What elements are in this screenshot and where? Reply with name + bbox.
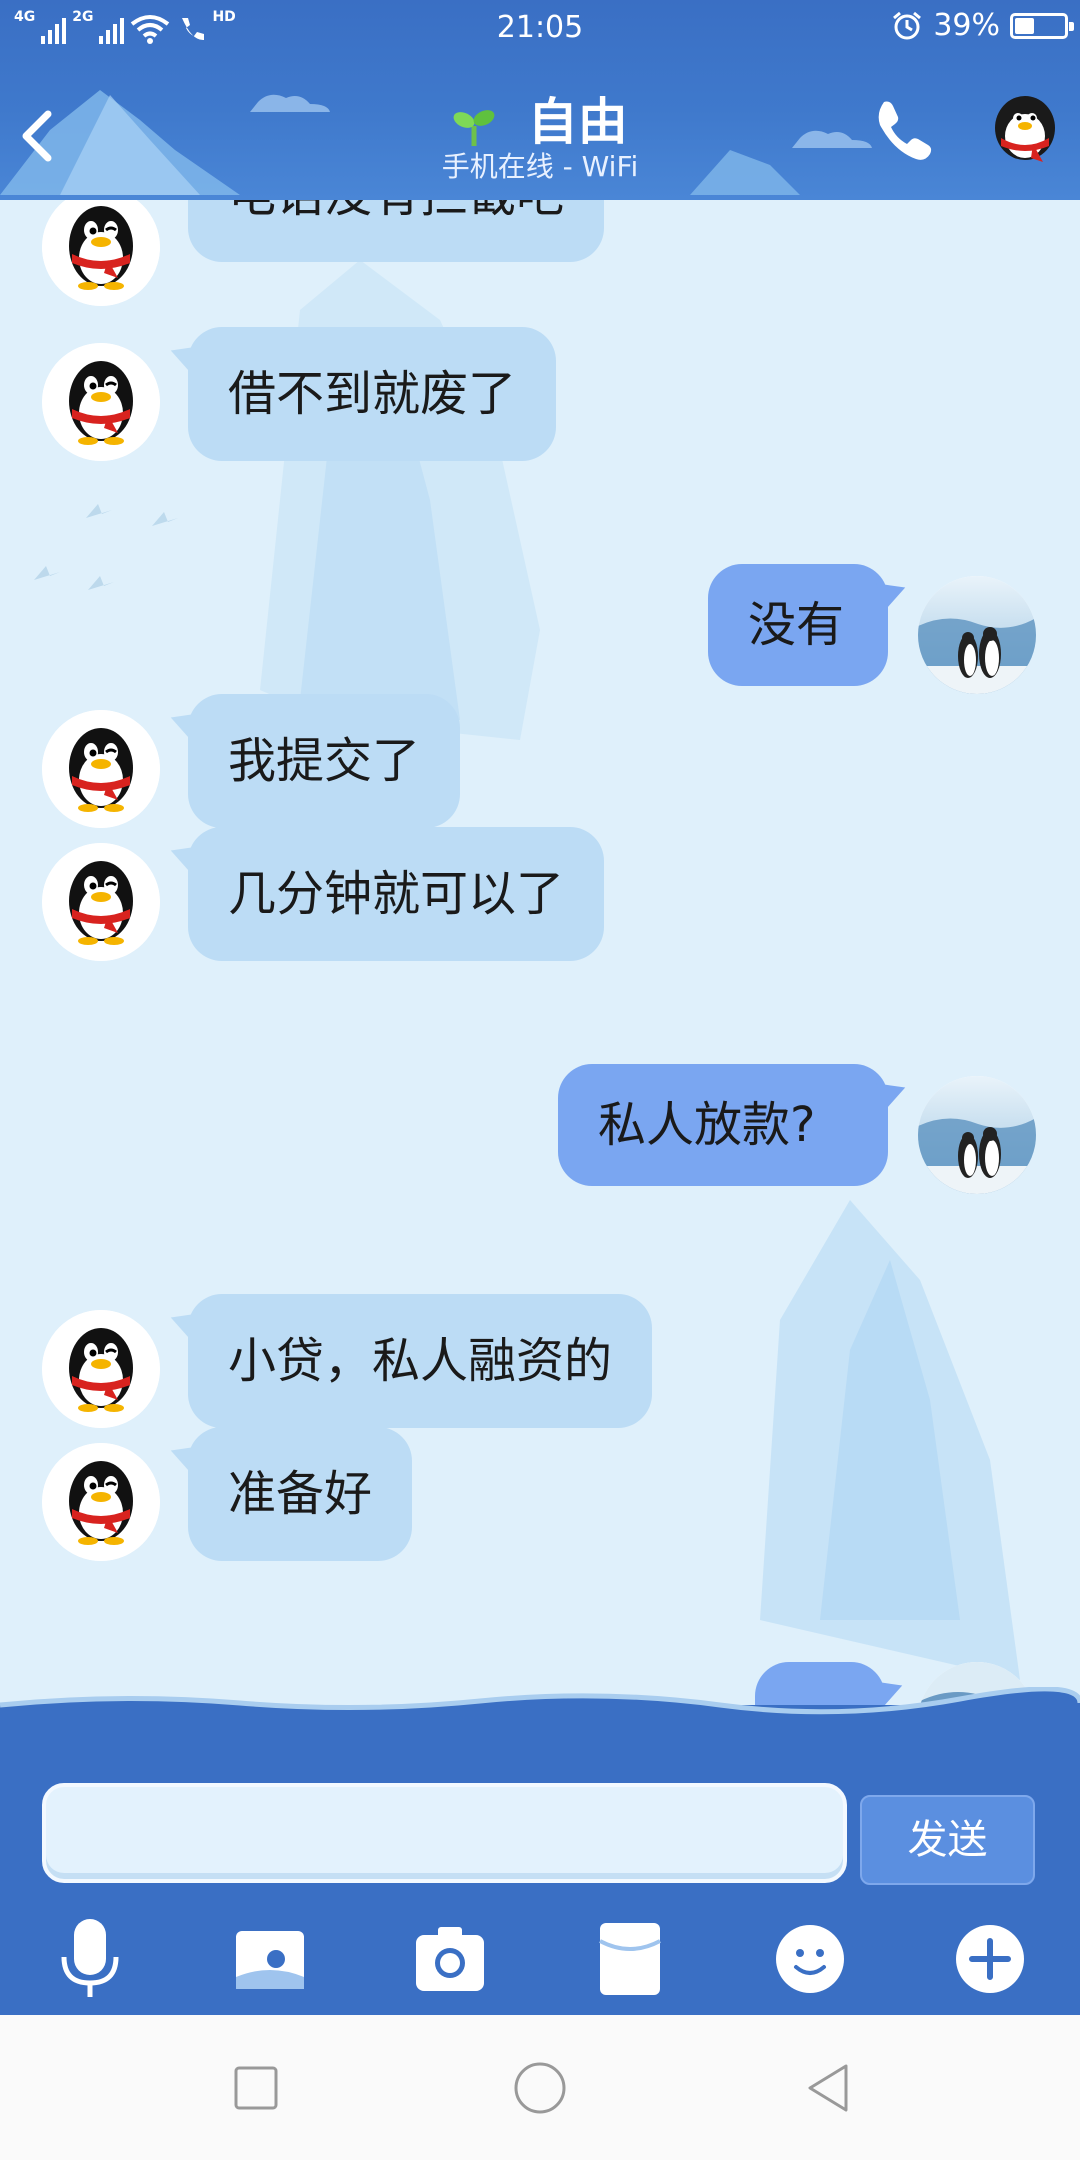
contact-avatar[interactable] (42, 710, 160, 828)
phone-icon[interactable] (870, 96, 934, 160)
incoming-message-bubble[interactable]: 借不到就废了 (188, 327, 557, 461)
battery-icon (1010, 12, 1074, 39)
message-row: 准备好 (0, 1427, 1080, 1575)
alarm-icon (893, 11, 922, 39)
red-packet-icon[interactable] (590, 1917, 670, 2001)
qq-penguin-avatar-icon (42, 1443, 160, 1561)
input-bar: 发送 (0, 1687, 1080, 2015)
send-button[interactable]: 发送 (860, 1795, 1035, 1885)
penguin-photo-icon (918, 576, 1036, 694)
camera-icon[interactable] (410, 1917, 490, 2001)
image-icon[interactable] (230, 1917, 310, 2001)
system-nav-bar (0, 2015, 1080, 2160)
outgoing-message-bubble[interactable]: 私人放款? (558, 1064, 888, 1186)
contact-avatar[interactable] (42, 843, 160, 961)
top-bar: 4G 2G HD 21:05 39% 自由 手机在线 - WiFi (0, 0, 1080, 200)
outgoing-message-bubble[interactable]: 没有 (708, 564, 888, 686)
qq-penguin-avatar-icon (42, 843, 160, 961)
chat-area[interactable]: 电话没有拦截吧 借不到就废了 没有 (0, 200, 1080, 1705)
home-icon[interactable] (512, 2060, 568, 2116)
status-right: 39% (891, 8, 1074, 43)
plus-icon[interactable] (950, 1917, 1030, 2001)
recents-icon[interactable] (228, 2060, 284, 2116)
incoming-message-bubble[interactable]: 我提交了 (188, 694, 461, 828)
emoji-icon[interactable] (770, 1917, 850, 2001)
incoming-message-bubble[interactable]: 几分钟就可以了 (188, 827, 605, 961)
battery-percent: 39% (933, 8, 1000, 43)
qq-penguin-avatar-icon (42, 200, 160, 306)
qq-penguin-avatar-icon (42, 710, 160, 828)
qq-penguin-avatar-icon (42, 1310, 160, 1428)
status-bar: 4G 2G HD 21:05 39% (0, 0, 1080, 56)
incoming-message-bubble[interactable]: 准备好 (188, 1427, 413, 1561)
microphone-icon[interactable] (50, 1917, 130, 2001)
contact-avatar[interactable] (42, 200, 160, 306)
penguin-profile-icon[interactable] (985, 88, 1065, 168)
contact-name: 自由 (527, 93, 628, 151)
message-row: 电话没有拦截吧 (0, 200, 1080, 340)
qq-penguin-avatar-icon (42, 343, 160, 461)
chat-toolbar (0, 1905, 1080, 2015)
message-row: 我提交了 (0, 694, 1080, 842)
message-row: 借不到就废了 (0, 327, 1080, 475)
message-row: 几分钟就可以了 (0, 827, 1080, 975)
message-row: 私人放款? (0, 1064, 1080, 1208)
message-input[interactable] (42, 1783, 847, 1883)
my-avatar[interactable] (918, 576, 1036, 694)
contact-avatar[interactable] (42, 1310, 160, 1428)
penguin-photo-icon (918, 1076, 1036, 1194)
my-avatar[interactable] (918, 1076, 1036, 1194)
sprout-icon (453, 109, 495, 146)
incoming-message-bubble[interactable]: 小贷，私人融资的 (188, 1294, 653, 1428)
back-nav-icon[interactable] (800, 2060, 856, 2116)
message-row: 小贷，私人融资的 (0, 1294, 1080, 1442)
contact-avatar[interactable] (42, 1443, 160, 1561)
contact-avatar[interactable] (42, 343, 160, 461)
message-row: 没有 (0, 564, 1080, 708)
wave-divider (0, 1687, 1080, 1727)
battery-fill (1015, 17, 1034, 34)
incoming-message-bubble[interactable]: 电话没有拦截吧 (188, 200, 605, 262)
